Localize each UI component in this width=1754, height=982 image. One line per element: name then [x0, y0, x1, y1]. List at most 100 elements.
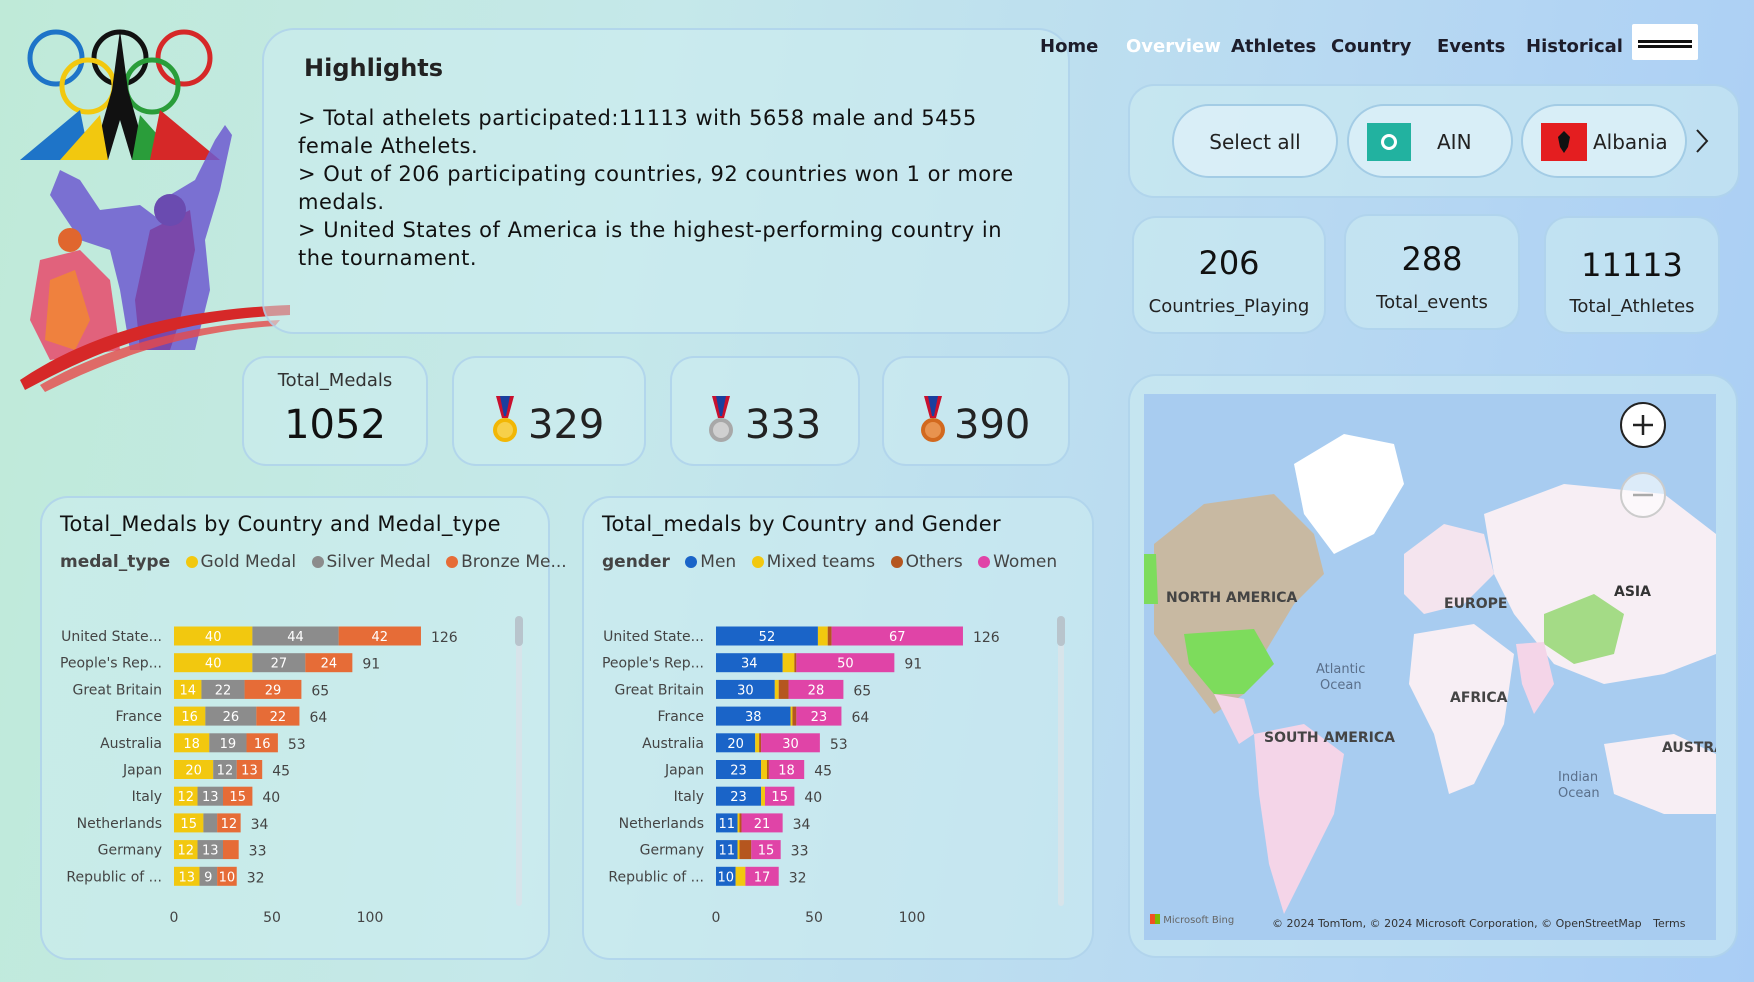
kpi-label: Total_events	[1376, 292, 1488, 313]
gold-medals-card: 329	[452, 356, 646, 466]
total-label: 53	[830, 737, 848, 753]
total-label: 91	[904, 657, 922, 673]
slicer-ain[interactable]: AIN	[1347, 104, 1513, 178]
legend-item: Men	[700, 552, 737, 572]
nav-athletes[interactable]: Athletes	[1231, 36, 1316, 57]
bar-segment[interactable]	[759, 733, 762, 753]
bar-segment[interactable]	[761, 786, 765, 806]
category-label: Japan	[122, 763, 162, 779]
bronze-medals-card: 390	[882, 356, 1070, 466]
data-label: 28	[808, 683, 825, 698]
bar-segment[interactable]	[223, 840, 239, 860]
nav-overview[interactable]: Overview	[1126, 36, 1221, 57]
map-region	[1214, 694, 1254, 744]
category-label: United State...	[603, 629, 704, 645]
nav-country[interactable]: Country	[1331, 36, 1411, 57]
slicer-albania[interactable]: Albania	[1521, 104, 1687, 178]
data-label: 12	[221, 817, 238, 832]
data-label: 9	[204, 870, 212, 885]
category-label: Germany	[98, 843, 162, 859]
map-label: SOUTH AMERICA	[1264, 730, 1395, 746]
category-label: Australia	[100, 736, 162, 752]
bar-segment[interactable]	[737, 813, 740, 833]
menu-icon[interactable]	[1632, 24, 1698, 60]
legend-title: gender	[602, 552, 670, 572]
category-label: Netherlands	[77, 816, 162, 832]
zoom-out-icon[interactable]	[1620, 472, 1666, 518]
bar-segment[interactable]	[761, 760, 767, 779]
total-label: 32	[789, 870, 807, 886]
highlights-title: Highlights	[304, 54, 444, 82]
bar-segment[interactable]	[739, 840, 752, 860]
legend-item: Women	[993, 552, 1058, 572]
nav-home[interactable]: Home	[1040, 36, 1098, 57]
bar-segment[interactable]	[737, 840, 740, 860]
scrollbar-track[interactable]	[516, 616, 522, 906]
bar-segment[interactable]	[794, 653, 797, 673]
highlight-line: female Athelets.	[298, 134, 479, 158]
data-label: 10	[718, 870, 735, 885]
map-label: EUROPE	[1444, 596, 1508, 612]
map-label: Atlantic	[1316, 662, 1366, 677]
chart-legend: medal_type Gold Medal Silver Medal Bronz…	[60, 552, 567, 572]
scrollbar-track[interactable]	[1058, 616, 1064, 906]
data-label: 13	[241, 764, 258, 779]
medal-type-chart-card: Total_Medals by Country and Medal_type m…	[40, 496, 567, 960]
map-region	[1144, 554, 1158, 604]
bar-segment[interactable]	[203, 813, 218, 833]
data-label: 11	[719, 844, 736, 859]
bar-segment[interactable]	[792, 706, 797, 726]
kpi-label: Countries_Playing	[1148, 296, 1310, 317]
total-label: 65	[311, 683, 329, 699]
bing-logo: Microsoft Bing	[1150, 914, 1234, 926]
bar-segment[interactable]	[782, 653, 795, 673]
nav-events[interactable]: Events	[1437, 36, 1505, 57]
data-label: 21	[754, 817, 771, 832]
terms-link[interactable]: Terms	[1653, 917, 1685, 930]
total-label: 32	[247, 870, 265, 886]
total-label: 33	[791, 844, 809, 860]
total-medals-card: Total_Medals 1052	[242, 356, 428, 466]
data-label: 30	[782, 737, 799, 752]
data-label: 15	[180, 817, 197, 832]
scrollbar-thumb[interactable]	[1057, 616, 1065, 646]
total-label: 34	[793, 817, 811, 833]
nav-historical[interactable]: Historical	[1526, 36, 1623, 57]
data-label: 14	[179, 683, 196, 698]
map-label: AUSTRA	[1662, 740, 1716, 756]
slicer-select-all[interactable]: Select all	[1172, 104, 1338, 178]
total-label: 91	[362, 657, 380, 673]
bar-segment[interactable]	[739, 813, 742, 833]
bar-segment[interactable]	[755, 733, 760, 753]
bar-segment[interactable]	[774, 679, 779, 699]
total-label: 40	[262, 790, 280, 806]
bar-segment[interactable]	[827, 626, 832, 646]
kpi-value: 288	[1401, 240, 1463, 278]
highlight-line: medals.	[298, 190, 385, 214]
data-label: 13	[178, 870, 195, 885]
kpi-value: 11113	[1581, 246, 1683, 284]
highlights-text: > Total athelets participated:11113 with…	[298, 104, 1058, 272]
chevron-right-icon[interactable]	[1694, 126, 1710, 156]
legend-title: medal_type	[60, 552, 171, 572]
category-label: Italy	[132, 789, 162, 805]
zoom-in-icon[interactable]	[1620, 402, 1666, 448]
ain-flag-icon	[1367, 123, 1411, 161]
total-label: 126	[431, 630, 458, 646]
bar-segment[interactable]	[778, 679, 789, 699]
legend-item: Bronze Me...	[461, 552, 567, 572]
data-label: 42	[372, 630, 389, 645]
x-tick-label: 100	[357, 910, 384, 926]
scrollbar-thumb[interactable]	[515, 616, 523, 646]
data-label: 23	[730, 764, 747, 779]
bar-segment[interactable]	[817, 626, 828, 646]
bronze-medal-icon	[918, 396, 948, 450]
bar-segment[interactable]	[735, 866, 746, 886]
gold-medal-icon	[490, 396, 520, 450]
data-label: 38	[745, 710, 762, 725]
bar-segment[interactable]	[766, 760, 769, 779]
total-label: 64	[309, 710, 327, 726]
world-map[interactable]: NORTH AMERICA EUROPE ASIA Atlantic Ocean…	[1144, 394, 1716, 940]
category-label: Republic of ...	[608, 869, 704, 885]
bar-segment[interactable]	[790, 706, 793, 726]
